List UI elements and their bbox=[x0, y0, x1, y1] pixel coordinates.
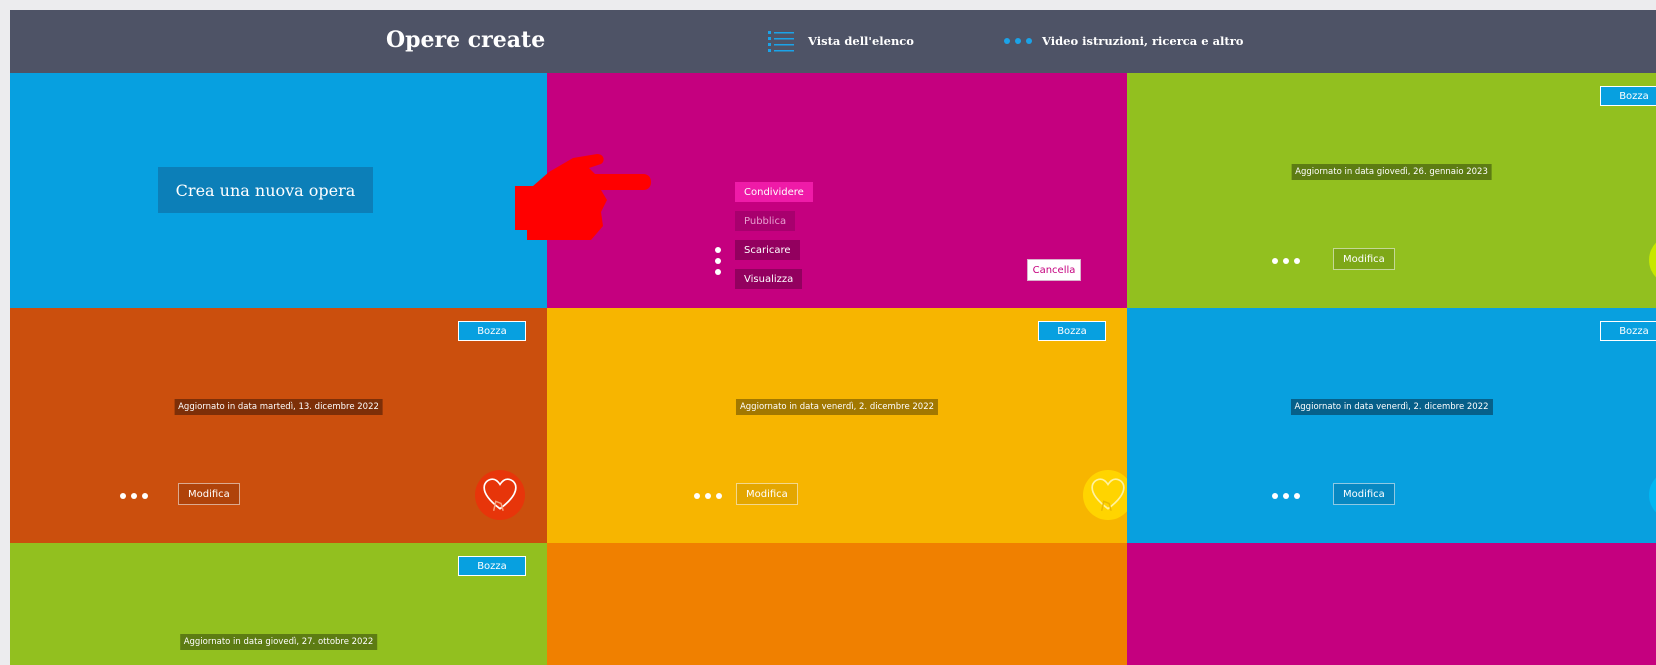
work-tile: Bozza Aggiornato in data venerdì, 2. dic… bbox=[1127, 308, 1656, 543]
pointing-hand-annotation bbox=[515, 154, 651, 240]
status-badge[interactable]: Bozza bbox=[1600, 86, 1656, 106]
status-badge[interactable]: Bozza bbox=[1038, 321, 1106, 341]
action-menu: Condividere Pubblica Scaricare Visualizz… bbox=[735, 182, 813, 289]
heart-hand-icon[interactable] bbox=[1649, 470, 1656, 520]
more-options-icon[interactable] bbox=[120, 493, 148, 499]
edit-button[interactable]: Modifica bbox=[1333, 248, 1395, 270]
more-options-icon[interactable] bbox=[1272, 493, 1300, 499]
more-options-icon[interactable] bbox=[1272, 258, 1300, 264]
heart-hand-icon[interactable] bbox=[1083, 470, 1127, 520]
status-badge[interactable]: Bozza bbox=[1600, 321, 1656, 341]
menu-item-download[interactable]: Scaricare bbox=[735, 240, 800, 260]
list-view-icon bbox=[768, 31, 794, 52]
work-tile: Bozza Aggiornato in data giovedì, 26. ge… bbox=[1127, 73, 1656, 308]
works-app: Opere create Vista dell'elenco Video ist… bbox=[10, 10, 1656, 665]
status-badge[interactable]: Bozza bbox=[458, 321, 526, 341]
heart-hand-icon[interactable] bbox=[475, 470, 525, 520]
work-tile bbox=[1127, 543, 1656, 665]
updated-date: Aggiornato in data venerdì, 2. dicembre … bbox=[1290, 399, 1493, 415]
updated-date: Aggiornato in data venerdì, 2. dicembre … bbox=[735, 399, 939, 415]
list-view-label: Vista dell'elenco bbox=[808, 34, 914, 48]
page-title: Opere create bbox=[386, 27, 546, 53]
more-options-icon[interactable] bbox=[694, 493, 722, 499]
updated-date: Aggiornato in data giovedì, 27. ottobre … bbox=[179, 634, 378, 650]
status-badge[interactable]: Bozza bbox=[458, 556, 526, 576]
more-options-vertical-icon[interactable] bbox=[715, 247, 721, 275]
work-tile bbox=[547, 543, 1127, 665]
updated-date: Aggiornato in data giovedì, 26. gennaio … bbox=[1291, 164, 1492, 180]
menu-item-publish[interactable]: Pubblica bbox=[735, 211, 796, 231]
top-bar: Opere create Vista dell'elenco Video ist… bbox=[10, 10, 1656, 73]
heart-hand-icon[interactable] bbox=[1649, 235, 1656, 285]
cancel-button[interactable]: Cancella bbox=[1027, 259, 1081, 281]
menu-item-view[interactable]: Visualizza bbox=[735, 269, 803, 289]
list-view-toggle[interactable]: Vista dell'elenco bbox=[768, 24, 914, 58]
more-label: Video istruzioni, ricerca e altro bbox=[1042, 34, 1244, 48]
more-link[interactable]: Video istruzioni, ricerca e altro bbox=[1004, 24, 1243, 58]
updated-date: Aggiornato in data martedì, 13. dicembre… bbox=[174, 399, 383, 415]
menu-item-share[interactable]: Condividere bbox=[735, 182, 813, 202]
work-tile: Bozza Aggiornato in data giovedì, 27. ot… bbox=[10, 543, 547, 665]
edit-button[interactable]: Modifica bbox=[736, 483, 798, 505]
create-new-work-button[interactable]: Crea una nuova opera bbox=[158, 167, 373, 213]
more-dots-icon bbox=[1004, 38, 1032, 44]
work-tile: Bozza Aggiornato in data venerdì, 2. dic… bbox=[547, 308, 1127, 543]
edit-button[interactable]: Modifica bbox=[178, 483, 240, 505]
edit-button[interactable]: Modifica bbox=[1333, 483, 1395, 505]
work-tile: Bozza Aggiornato in data martedì, 13. di… bbox=[10, 308, 547, 543]
create-tile: Crea una nuova opera bbox=[10, 73, 547, 308]
